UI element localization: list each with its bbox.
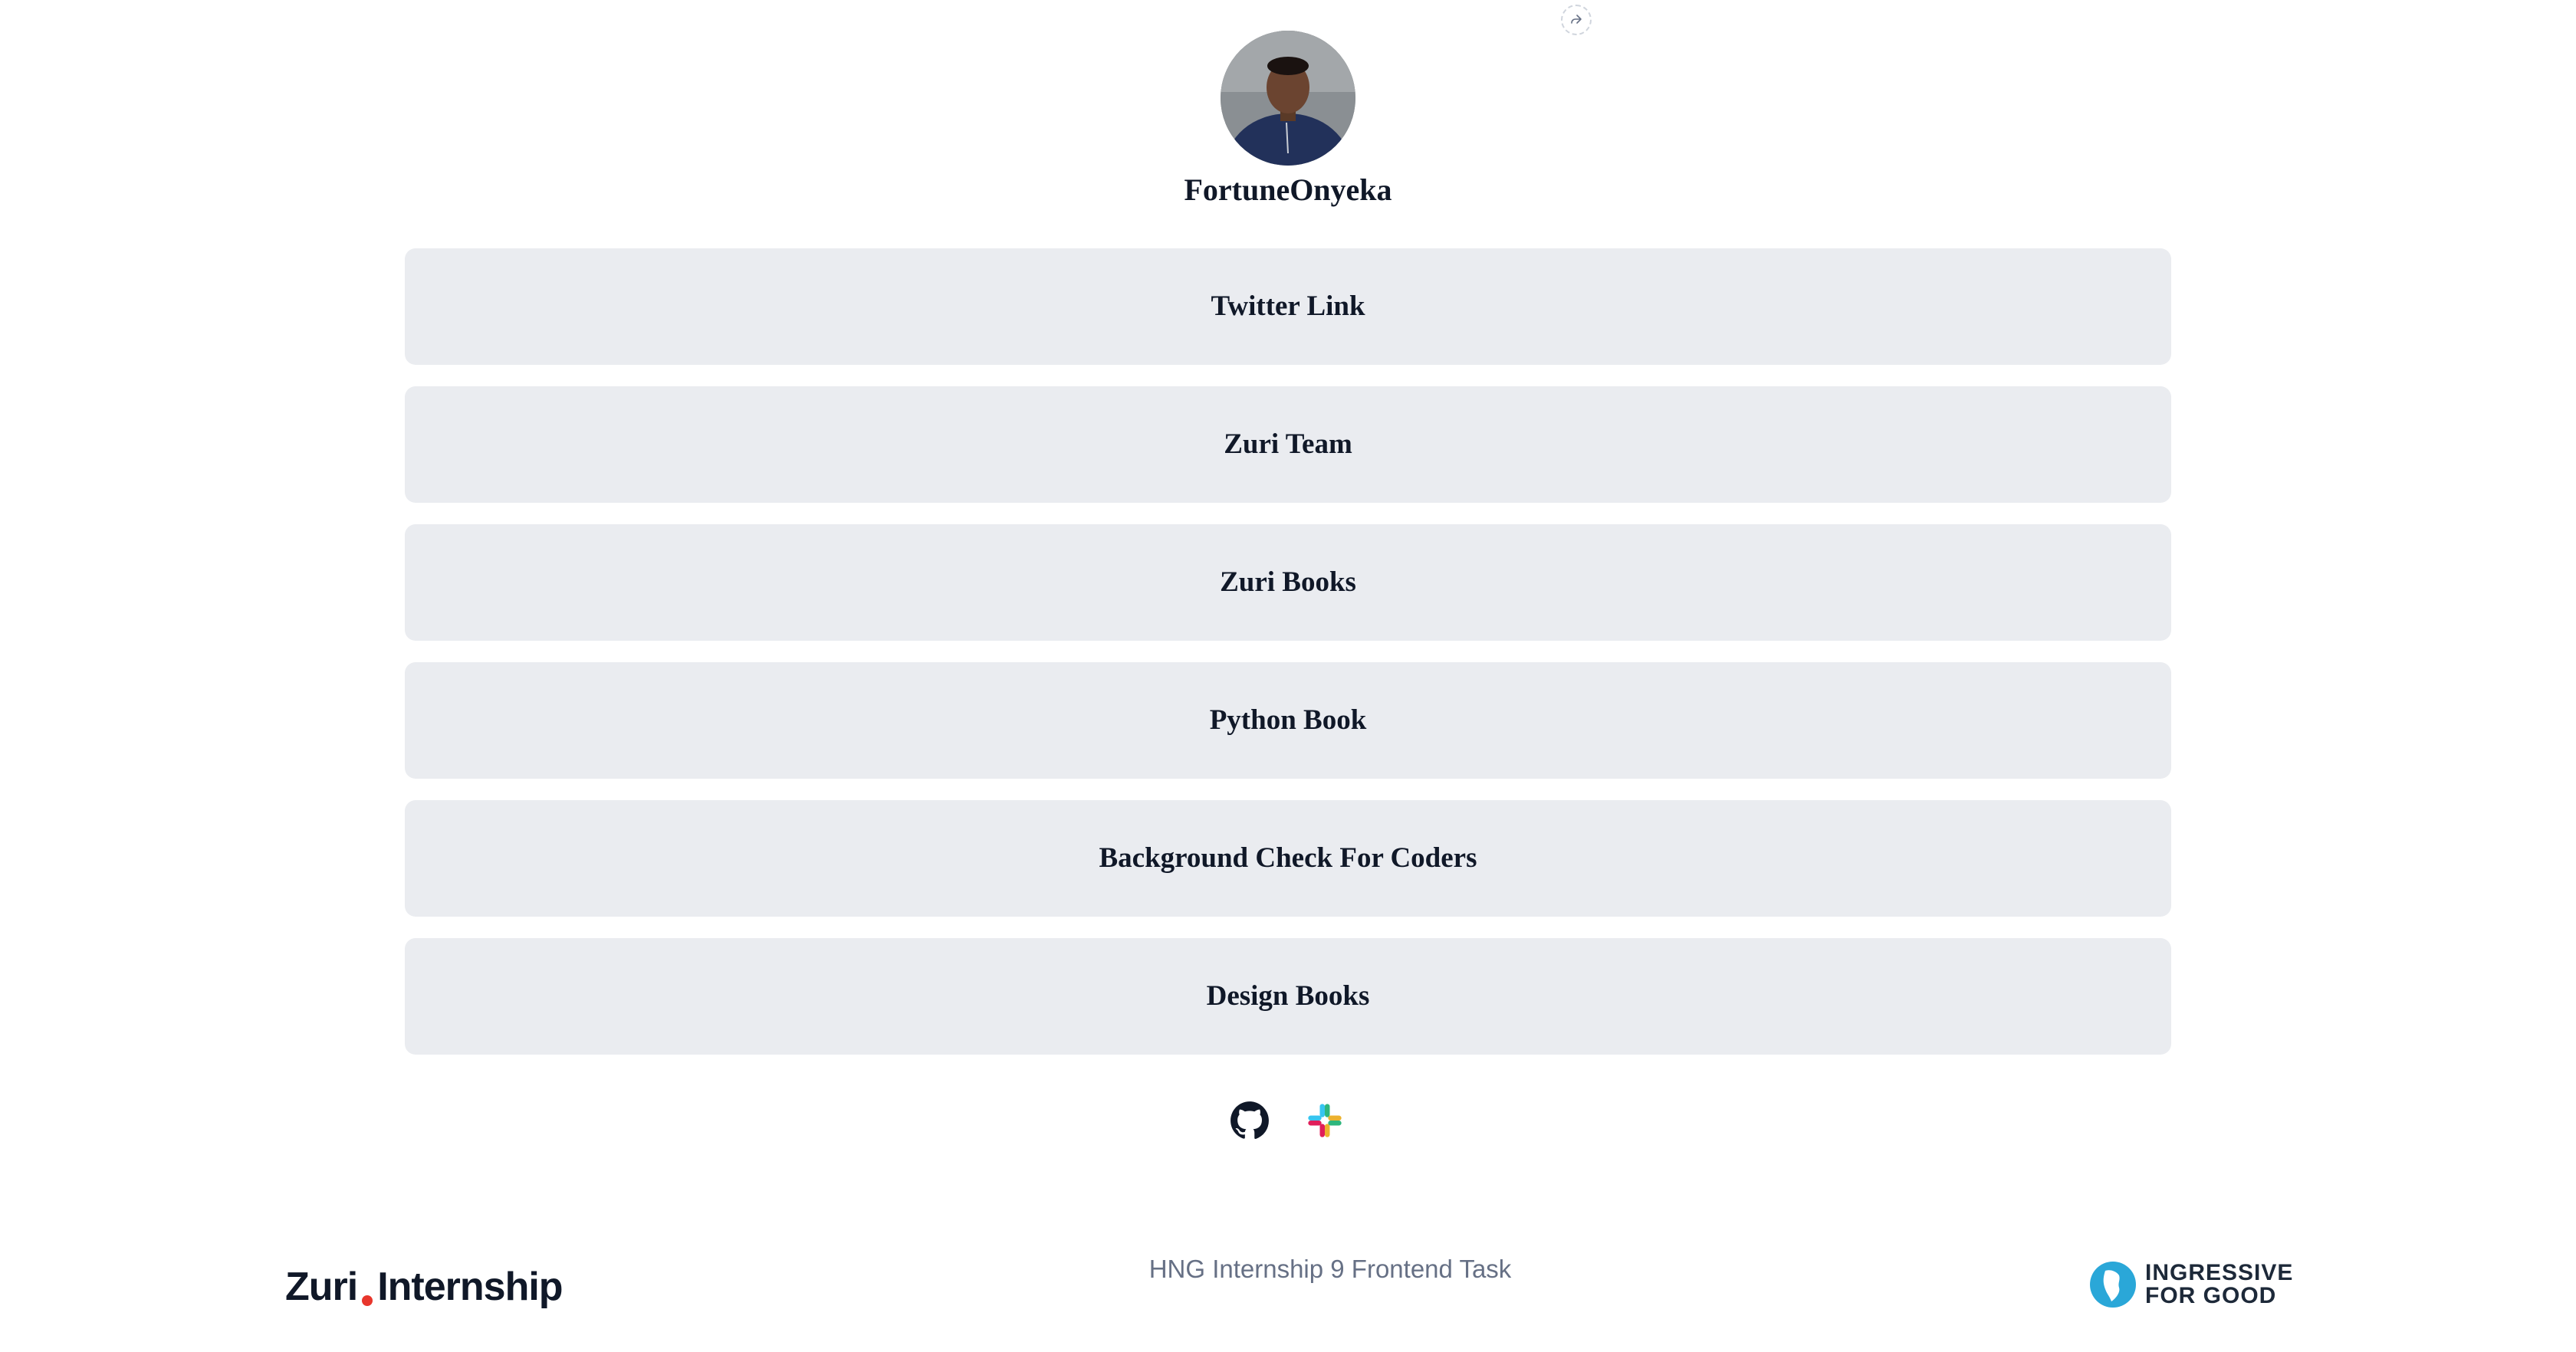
share-button[interactable] (1561, 5, 1592, 35)
design-books-link-button[interactable]: Design Books (405, 938, 2171, 1055)
slack-icon[interactable] (1305, 1101, 1345, 1140)
profile-name: FortuneOnyeka (1184, 172, 1392, 207)
background-check-link-button[interactable]: Background Check For Coders (405, 800, 2171, 917)
profile-avatar (1221, 31, 1355, 166)
links-list: Twitter Link Zuri Team Zuri Books Python… (405, 248, 2171, 1055)
github-icon[interactable] (1230, 1101, 1270, 1140)
zuri-books-link-button[interactable]: Zuri Books (405, 524, 2171, 641)
for-good-text: FOR GOOD (2145, 1283, 2277, 1308)
share-icon (1571, 15, 1582, 24)
zuri-logo-dot (362, 1295, 373, 1306)
twitter-link-button[interactable]: Twitter Link (405, 248, 2171, 365)
zuri-team-link-button[interactable]: Zuri Team (405, 386, 2171, 503)
ingressive-for-good-logo: INGRESSIVE FOR GOOD (2088, 1257, 2293, 1312)
ingressive-text: INGRESSIVE (2145, 1260, 2294, 1285)
globe-icon (2090, 1262, 2136, 1308)
page: FortuneOnyeka Twitter Link Zuri Team Zur… (0, 0, 2576, 1352)
social-icons (1230, 1101, 1345, 1140)
python-book-link-button[interactable]: Python Book (405, 662, 2171, 779)
avatar-photo (1221, 31, 1355, 166)
